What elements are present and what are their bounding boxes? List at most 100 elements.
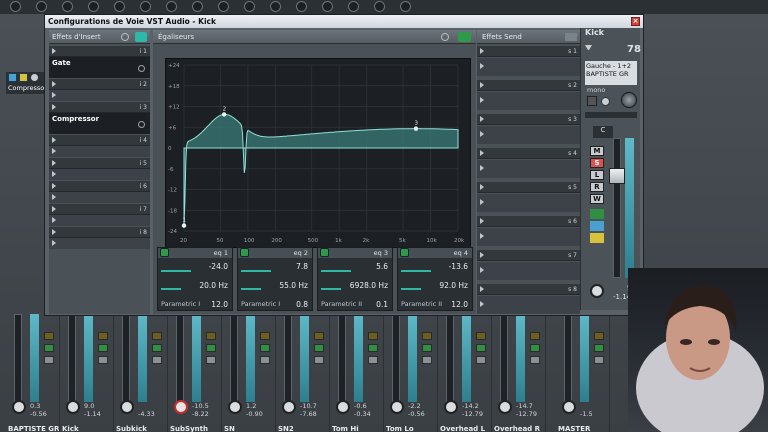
band-gain[interactable]: -13.6 xyxy=(428,262,468,271)
mixer-edit-button[interactable] xyxy=(530,332,540,340)
mixer-fader-track[interactable] xyxy=(338,314,346,402)
band-gain[interactable]: -24.0 xyxy=(188,262,228,271)
slot-arrow-icon[interactable] xyxy=(480,165,484,171)
mixer-monitor-button[interactable] xyxy=(422,344,432,352)
mixer-fader-value[interactable]: -0.56 xyxy=(30,410,47,418)
gain-slider[interactable] xyxy=(161,270,191,272)
slot-arrow-icon[interactable] xyxy=(480,301,484,307)
band-filter-type[interactable]: Parametric II xyxy=(321,300,362,308)
mixer-channel-name[interactable]: Overhead L xyxy=(440,425,485,432)
mixer-fader-track[interactable] xyxy=(230,314,238,402)
left-plugin-name[interactable]: Compresso xyxy=(8,84,44,92)
slot-arrow-icon[interactable] xyxy=(52,171,56,177)
slot-arrow-icon[interactable] xyxy=(52,229,56,235)
slot-arrow-icon[interactable] xyxy=(52,160,56,166)
band-filter-type[interactable]: Parametric I xyxy=(241,300,280,308)
record-enable-button[interactable] xyxy=(12,400,26,414)
insert-slot[interactable]: i 2 xyxy=(49,79,150,101)
mixer-channel-name[interactable]: SubSynth xyxy=(170,425,208,432)
monitor-button[interactable] xyxy=(587,96,597,106)
channel-fader-handle[interactable] xyxy=(609,168,625,184)
insert-plugin-name[interactable]: Compressor xyxy=(52,115,99,123)
band-filter-type[interactable]: Parametric I xyxy=(161,300,200,308)
send-slot[interactable]: s 2 xyxy=(477,80,580,112)
read-button[interactable]: R xyxy=(590,182,604,192)
eq-graph[interactable]: 2 1 3 +24 +18 +12 +6 0 -6 -12 -18 -24 20 50 100 200 500… xyxy=(165,58,471,248)
slot-arrow-icon[interactable] xyxy=(480,184,484,190)
band-frequency[interactable]: 55.0 Hz xyxy=(248,281,308,290)
channel-knob-icon[interactable] xyxy=(400,1,411,12)
send-slot-body[interactable] xyxy=(477,296,580,314)
insert-slot-header[interactable]: i 5 xyxy=(49,158,150,169)
insert-slot[interactable]: i 1 Gate xyxy=(49,46,150,78)
mixer-monitor-button[interactable] xyxy=(476,344,486,352)
mixer-fader-value[interactable]: -7.68 xyxy=(300,410,317,418)
pan-value[interactable]: C xyxy=(593,126,613,138)
pan-track[interactable] xyxy=(585,112,637,118)
mixer-fader-value[interactable]: -1.14 xyxy=(84,410,101,418)
insert-slot[interactable]: i 6 xyxy=(49,181,150,203)
channel-knob-icon[interactable] xyxy=(296,1,307,12)
channel-name[interactable]: Kick xyxy=(585,28,604,37)
inserts-bypass-icon[interactable] xyxy=(135,32,147,42)
mixer-fader-track[interactable] xyxy=(446,314,454,402)
send-slot-header[interactable]: s 6 xyxy=(477,216,580,227)
slot-arrow-icon[interactable] xyxy=(52,240,56,246)
channel-knob-icon[interactable] xyxy=(374,1,385,12)
eq-band-handle[interactable] xyxy=(413,126,419,131)
insert-slot-header[interactable]: i 3 xyxy=(49,102,150,113)
insert-slot[interactable]: i 3 Compressor xyxy=(49,102,150,134)
mixer-read-button[interactable] xyxy=(98,356,108,364)
eq-band-handle[interactable] xyxy=(221,112,227,117)
mixer-monitor-button[interactable] xyxy=(98,344,108,352)
band-frequency[interactable]: 6928.0 Hz xyxy=(328,281,388,290)
channel-knob-icon[interactable] xyxy=(114,1,125,12)
edit-channel-button[interactable] xyxy=(590,233,604,243)
insert-empty-slot[interactable] xyxy=(49,146,150,157)
band-gain[interactable]: 5.6 xyxy=(348,262,388,271)
insert-slot-header[interactable]: i 4 xyxy=(49,135,150,146)
bypass-icon[interactable] xyxy=(8,73,17,82)
band-filter-type[interactable]: Parametric II xyxy=(401,300,442,308)
channel-knob-icon[interactable] xyxy=(192,1,203,12)
send-slot-body[interactable] xyxy=(477,160,580,178)
solo-button[interactable]: S xyxy=(590,158,604,168)
record-enable-button[interactable] xyxy=(498,400,512,414)
mixer-fader-track[interactable] xyxy=(68,314,76,402)
mixer-fader-track[interactable] xyxy=(14,314,22,402)
mixer-channel-name[interactable]: MASTER xyxy=(558,425,590,432)
channel-knob-icon[interactable] xyxy=(140,1,151,12)
channel-knob-icon[interactable] xyxy=(10,1,21,12)
slot-arrow-icon[interactable] xyxy=(480,286,484,292)
mixer-fader-value[interactable]: -4.33 xyxy=(138,410,155,418)
mixer-monitor-button[interactable] xyxy=(368,344,378,352)
mixer-read-button[interactable] xyxy=(44,356,54,364)
slot-arrow-icon[interactable] xyxy=(52,206,56,212)
mixer-fader-value[interactable]: -8.22 xyxy=(192,410,209,418)
mixer-fader-track[interactable] xyxy=(500,314,508,402)
send-slot[interactable]: s 6 xyxy=(477,216,580,248)
mixer-channel-name[interactable]: Kick xyxy=(62,425,79,432)
send-slot[interactable]: s 4 xyxy=(477,148,580,180)
insert-empty-slot[interactable] xyxy=(49,90,150,101)
slot-arrow-icon[interactable] xyxy=(52,183,56,189)
send-slot[interactable]: s 8 xyxy=(477,284,580,316)
channel-knob-icon[interactable] xyxy=(166,1,177,12)
insert-slot-header[interactable]: i 6 xyxy=(49,181,150,192)
eq-band-handle[interactable] xyxy=(181,223,187,228)
insert-slot-header[interactable]: i 8 xyxy=(49,227,150,238)
mixer-channel-name[interactable]: BAPTISTE GR xyxy=(8,425,59,432)
mixer-read-button[interactable] xyxy=(422,356,432,364)
mixer-fader-value[interactable]: -0.56 xyxy=(408,410,425,418)
band-frequency[interactable]: 20.0 Hz xyxy=(168,281,228,290)
slot-arrow-icon[interactable] xyxy=(52,81,56,87)
band-power-icon[interactable] xyxy=(160,248,169,257)
mixer-read-button[interactable] xyxy=(260,356,270,364)
mixer-fader-value[interactable]: -1.5 xyxy=(580,410,593,418)
slot-arrow-icon[interactable] xyxy=(480,116,484,122)
slot-arrow-icon[interactable] xyxy=(480,233,484,239)
listen-button[interactable]: L xyxy=(590,170,604,180)
send-slot-body[interactable] xyxy=(477,194,580,212)
write-button[interactable]: W xyxy=(590,194,604,204)
slot-arrow-icon[interactable] xyxy=(480,131,484,137)
